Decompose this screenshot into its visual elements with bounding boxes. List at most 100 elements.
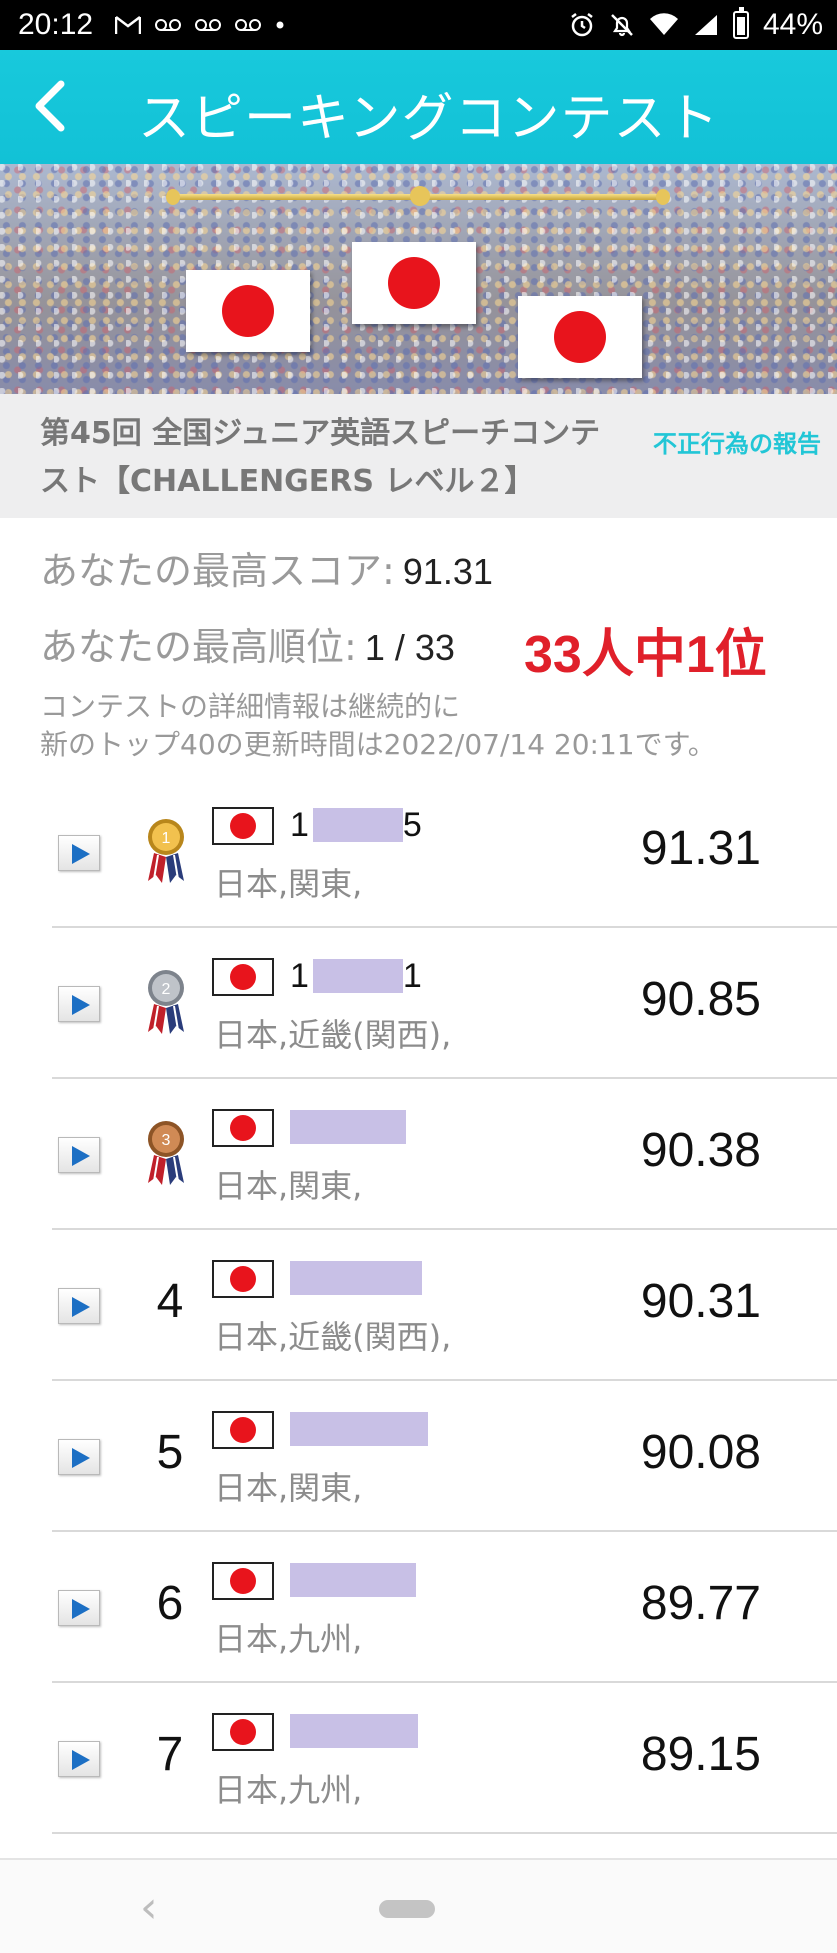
name-suffix: 1 (402, 956, 422, 995)
participant-score: 90.85 (640, 973, 761, 1026)
leaderboard-row[interactable]: 7 日本,九州, 89.15 (0, 1683, 837, 1834)
best-rank-value: 1 / 33 (364, 627, 455, 668)
info-note-line: 新のトップ40の更新時間は2022/07/14 20:11です。 (40, 728, 716, 761)
participant-score: 91.31 (640, 822, 761, 875)
participant-region: 日本,近畿(関西), (214, 1318, 452, 1356)
chevron-left-icon (35, 80, 65, 132)
rank-number: 5 (156, 1426, 184, 1479)
page-title: スピーキングコンテスト (138, 89, 720, 149)
japan-flag-icon (212, 807, 274, 845)
rank-callout: 33人中1位 (524, 626, 767, 684)
redacted-name (290, 1714, 418, 1748)
rod-end (656, 189, 670, 205)
info-note: コンテストの詳細情報は継続的に 新のトップ40の更新時間は2022/07/14 … (40, 688, 716, 764)
redacted-name (312, 808, 403, 842)
name-suffix: 5 (402, 805, 422, 844)
voicemail-icon (235, 19, 262, 31)
gold-medal-icon: 1 (144, 817, 188, 885)
svg-text:2: 2 (162, 981, 171, 998)
app-bar: スピーキングコンテスト (0, 50, 837, 164)
play-icon[interactable] (58, 986, 100, 1022)
leaderboard-row[interactable]: 4 日本,近畿(関西), 90.31 (0, 1230, 837, 1381)
wifi-icon (649, 13, 678, 35)
signal-icon (694, 15, 717, 35)
japan-flag-icon (352, 242, 476, 324)
mute-icon (611, 14, 633, 37)
redacted-name (290, 1412, 428, 1446)
svg-text:1: 1 (162, 830, 171, 847)
participant-score: 90.08 (640, 1426, 761, 1479)
participant-score: 89.77 (640, 1577, 761, 1630)
system-nav-bar: ‹ (0, 1858, 837, 1953)
battery-icon (732, 7, 749, 39)
system-icons: 44% (569, 7, 823, 42)
participant-score: 89.15 (640, 1728, 761, 1781)
voicemail-icon (155, 19, 182, 31)
report-misconduct-link[interactable]: 不正行為の報告 (653, 424, 821, 459)
participant-name (290, 1409, 428, 1449)
gmail-icon (115, 16, 142, 34)
play-icon[interactable] (58, 1137, 100, 1173)
status-bar: 20:12 44% (0, 0, 837, 50)
japan-flag-icon (212, 1713, 274, 1751)
participant-name (290, 1560, 416, 1600)
redacted-name (290, 1563, 416, 1597)
participant-region: 日本,関東, (214, 1469, 363, 1507)
participant-name: 15 (290, 805, 422, 845)
japan-flag-icon (186, 270, 310, 352)
svg-text:3: 3 (162, 1132, 171, 1149)
contest-title: 第45回 全国ジュニア英語スピーチコンテスト【CHALLENGERS レベル２】 (40, 416, 601, 499)
redacted-name (290, 1110, 406, 1144)
name-prefix: 1 (290, 956, 309, 995)
rank-number: 6 (156, 1577, 184, 1630)
name-prefix: 1 (290, 805, 309, 844)
japan-flag-icon (212, 1260, 274, 1298)
alarm-icon (571, 13, 593, 37)
participant-region: 日本,関東, (214, 1167, 363, 1205)
rank-number: 4 (156, 1275, 184, 1328)
japan-flag-icon (212, 958, 274, 996)
rod-ornament (410, 186, 430, 206)
play-icon[interactable] (58, 835, 100, 871)
japan-flag-icon (212, 1411, 274, 1449)
battery-percent: 44% (762, 8, 823, 41)
notification-icons (115, 15, 285, 35)
leaderboard-row[interactable]: 1 1 5 日本,関東, 91.31 (0, 777, 837, 928)
bronze-medal-icon: 3 (144, 1119, 188, 1187)
leaderboard-row[interactable]: 6 日本,九州, 89.77 (0, 1532, 837, 1683)
best-score-line: あなたの最高スコア: 91.31 (40, 540, 493, 595)
nav-home-pill[interactable] (379, 1900, 435, 1918)
voicemail-icon (195, 19, 222, 31)
rod-end (166, 189, 180, 205)
participant-name (290, 1258, 422, 1298)
silver-medal-icon: 2 (144, 968, 188, 1036)
redacted-name (290, 1261, 422, 1295)
leaderboard-row[interactable]: 2 1 1 日本,近畿(関西), 90.85 (0, 928, 837, 1079)
participant-region: 日本,近畿(関西), (214, 1016, 452, 1054)
participant-score: 90.31 (640, 1275, 761, 1328)
dot-icon (276, 21, 284, 29)
participant-name: 11 (290, 956, 422, 996)
play-icon[interactable] (58, 1288, 100, 1324)
contest-banner-image (0, 164, 837, 394)
participant-region: 日本,九州, (214, 1771, 363, 1809)
leaderboard-row[interactable]: 5 日本,関東, 90.08 (0, 1381, 837, 1532)
best-score-value: 91.31 (402, 551, 493, 592)
leaderboard-row[interactable]: 3 日本,関東, 90.38 (0, 1079, 837, 1230)
nav-back-icon[interactable]: ‹ (140, 1882, 158, 1933)
contest-header: 第45回 全国ジュニア英語スピーチコンテスト【CHALLENGERS レベル２】… (0, 394, 837, 518)
participant-name (290, 1107, 406, 1147)
play-icon[interactable] (58, 1741, 100, 1777)
back-button[interactable] (20, 76, 80, 136)
participant-region: 日本,関東, (214, 865, 363, 903)
japan-flag-icon (212, 1562, 274, 1600)
status-time: 20:12 (18, 8, 94, 41)
participant-score: 90.38 (640, 1124, 761, 1177)
leaderboard-list: 1 1 5 日本,関東, 91.31 2 1 1 日本,近畿(関西), 90.85 3 日本,関東, 9… (0, 777, 837, 1834)
play-icon[interactable] (58, 1590, 100, 1626)
japan-flag-icon (212, 1109, 274, 1147)
rank-number: 7 (156, 1728, 184, 1781)
play-icon[interactable] (58, 1439, 100, 1475)
info-note-line: コンテストの詳細情報は継続的に (40, 690, 461, 723)
participant-name (290, 1711, 418, 1751)
